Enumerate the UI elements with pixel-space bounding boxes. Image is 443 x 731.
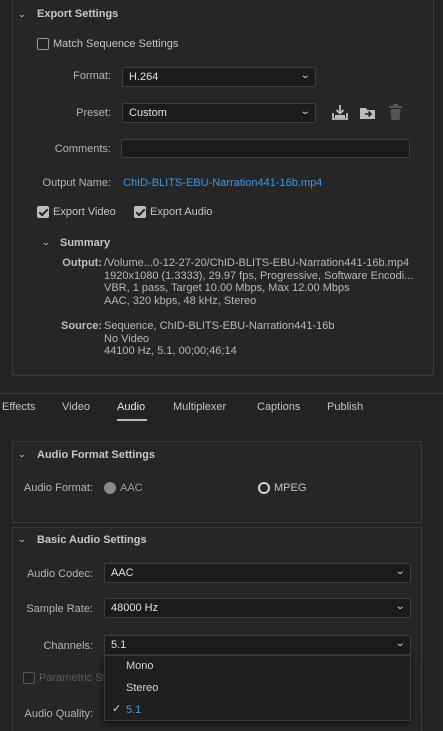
comments-label: Comments:: [54, 143, 111, 155]
channels-dropdown-menu: Mono Stereo ✓ 5.1: [104, 655, 411, 721]
summary-source-lines: Sequence, ChID-BLITS-EBU-Narration441-16…: [104, 320, 429, 358]
chevron-down-icon[interactable]: ⌄: [17, 534, 27, 545]
aac-label: AAC: [120, 482, 143, 494]
chevron-down-icon[interactable]: ⌄: [17, 9, 27, 20]
chevron-down-icon: ⌄: [394, 601, 406, 612]
checkmark-icon: ✓: [112, 703, 122, 715]
menu-item-label: Mono: [126, 660, 154, 672]
menu-item-mono[interactable]: Mono: [105, 657, 410, 677]
preset-value: Custom: [129, 107, 167, 119]
summary-source-line: Sequence, ChID-BLITS-EBU-Narration441-16…: [104, 320, 335, 332]
summary-output-line: VBR, 1 pass, Target 10.00 Mbps, Max 12.0…: [104, 282, 350, 294]
mpeg-label: MPEG: [274, 482, 307, 494]
chevron-down-icon: ⌄: [394, 566, 406, 577]
chevron-down-icon[interactable]: ⌄: [41, 237, 51, 248]
menu-item-5-1[interactable]: ✓ 5.1: [105, 701, 410, 721]
output-name-link[interactable]: ChID-BLITS-EBU-Narration441-16b.mp4: [123, 177, 322, 189]
export-video-label: Export Video: [53, 206, 116, 218]
parametric-stereo-label: Parametric St: [39, 672, 106, 684]
audio-format-label: Audio Format:: [23, 482, 93, 494]
format-label: Format:: [73, 70, 111, 82]
menu-item-label: Stereo: [126, 682, 159, 694]
menu-item-label: 5.1: [126, 704, 142, 716]
audio-codec-label: Audio Codec:: [26, 568, 93, 580]
audio-codec-select[interactable]: AAC ⌄: [104, 563, 411, 583]
summary-output-line: 1920x1080 (1.3333), 29.97 fps, Progressi…: [104, 269, 414, 282]
channels-value: 5.1: [111, 639, 127, 651]
save-preset-icon[interactable]: [331, 104, 349, 121]
summary-output-line: /Volume...0-12-27-20/ChID-BLITS-EBU-Narr…: [104, 257, 410, 269]
format-value: H.264: [129, 71, 159, 83]
match-sequence-checkbox[interactable]: [37, 38, 49, 50]
export-audio-label: Export Audio: [150, 206, 213, 218]
summary-output-label: Output:: [62, 257, 102, 269]
chevron-down-icon: ⌄: [299, 70, 311, 81]
audio-format-title: Audio Format Settings: [37, 449, 155, 461]
audio-quality-label: Audio Quality:: [24, 708, 93, 720]
basic-audio-title: Basic Audio Settings: [37, 534, 147, 546]
summary-output-lines: /Volume...0-12-27-20/ChID-BLITS-EBU-Narr…: [104, 257, 429, 307]
summary-title: Summary: [60, 237, 111, 249]
chevron-down-icon[interactable]: ⌄: [17, 449, 27, 460]
tab-video[interactable]: Video: [62, 401, 90, 413]
tab-audio[interactable]: Audio: [117, 401, 145, 413]
summary-source-label: Source:: [61, 320, 102, 332]
summary-source-line: 44100 Hz, 5.1, 00;00;46;14: [104, 345, 237, 357]
audio-codec-value: AAC: [111, 567, 134, 579]
export-audio-checkbox[interactable]: [134, 206, 146, 218]
sample-rate-value: 48000 Hz: [111, 602, 159, 614]
format-select[interactable]: H.264 ⌄: [122, 67, 316, 87]
channels-select[interactable]: 5.1 ⌄: [104, 635, 411, 655]
output-name-label: Output Name:: [42, 177, 111, 189]
preset-label: Preset:: [76, 107, 111, 119]
chevron-down-icon: ⌄: [299, 106, 311, 117]
sample-rate-label: Sample Rate:: [26, 603, 93, 615]
active-tab-underline: [117, 419, 147, 421]
summary-output-line: AAC, 320 kbps, 48 kHz, Stereo: [104, 294, 257, 307]
match-sequence-label: Match Sequence Settings: [53, 38, 179, 50]
summary-source-line: No Video: [104, 332, 150, 345]
channels-label: Channels:: [43, 640, 93, 652]
export-video-checkbox[interactable]: [37, 206, 49, 218]
import-preset-icon[interactable]: [359, 104, 377, 121]
comments-input[interactable]: [121, 139, 410, 158]
trash-icon[interactable]: [388, 104, 403, 121]
aac-radio[interactable]: [104, 482, 116, 494]
preset-select[interactable]: Custom ⌄: [122, 103, 316, 123]
chevron-down-icon: ⌄: [394, 638, 406, 649]
parametric-stereo-checkbox[interactable]: [23, 672, 35, 684]
sample-rate-select[interactable]: 48000 Hz ⌄: [104, 598, 411, 618]
tab-multiplexer[interactable]: Multiplexer: [173, 401, 226, 413]
tab-effects[interactable]: Effects: [2, 401, 35, 413]
tab-captions[interactable]: Captions: [257, 401, 300, 413]
export-settings-title: Export Settings: [37, 8, 119, 20]
tab-publish[interactable]: Publish: [327, 401, 363, 413]
menu-item-stereo[interactable]: Stereo: [105, 679, 410, 699]
mpeg-radio[interactable]: [258, 482, 270, 494]
